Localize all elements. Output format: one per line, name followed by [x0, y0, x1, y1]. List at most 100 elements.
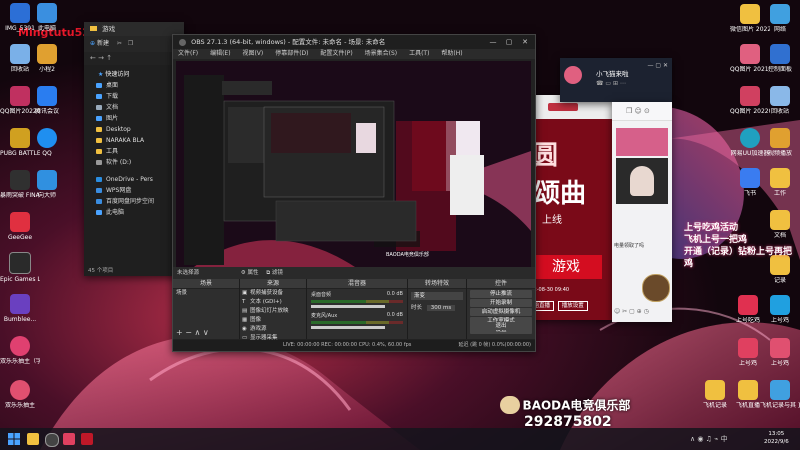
- window-controls[interactable]: — ▢ ✕: [647, 62, 668, 69]
- desktop-icon-qqimg[interactable]: QQ图片20220803...: [0, 86, 40, 115]
- sidebar-item-documents[interactable]: 文档: [84, 102, 184, 113]
- obs-taskbar-icon[interactable]: [45, 433, 59, 447]
- tray-icons[interactable]: ∧ ◉ ♫ ⌁ 中: [690, 434, 728, 444]
- properties-button[interactable]: 属性: [247, 270, 258, 276]
- desktop-icon-finalbeta[interactable]: 暴雨突破 FINAL BETA: [0, 170, 40, 199]
- desktop-icon-chicken4[interactable]: 上号鸡: [760, 338, 800, 367]
- filters-button[interactable]: 滤镜: [272, 270, 283, 276]
- quick-access[interactable]: ★ 快速访问: [84, 69, 184, 80]
- desktop-icon-work[interactable]: 工作: [760, 168, 800, 197]
- stop-streaming-button[interactable]: 停止推流: [470, 290, 532, 298]
- cut-icon[interactable]: ✂: [117, 40, 122, 47]
- source-item[interactable]: ◉ 游戏源: [240, 325, 306, 334]
- gear-icon[interactable]: ⚙: [241, 270, 246, 276]
- desktop-icon-pubg[interactable]: PUBG BATTLEGR...: [0, 128, 40, 157]
- folder-icon: [96, 138, 102, 143]
- back-arrow-icon[interactable]: ←: [90, 54, 96, 62]
- computer-icon: [96, 210, 102, 215]
- obs-menubar: 文件(F) 编辑(E) 视图(V) 停靠部件(D) 配置文件(P) 场景集合(S…: [173, 49, 535, 59]
- file-explorer-window[interactable]: 游戏 ⊕ 新建 ✂ ❐ ← → ↑ ★ 快速访问 桌面 下载 文档 图片 Des…: [84, 22, 184, 276]
- start-recording-button[interactable]: 开始录制: [470, 299, 532, 307]
- obs-window[interactable]: OBS 27.1.3 (64-bit, windows) - 配置文件: 未命名…: [172, 34, 536, 352]
- desktop-icon-epic[interactable]: Epic Games Launcher: [0, 252, 40, 283]
- desktop-icon-happy2[interactable]: 双乐乐抽主: [0, 380, 40, 409]
- desktop-icon-control[interactable]: 控制面板: [760, 44, 800, 73]
- sidebar-item-pictures[interactable]: 图片: [84, 113, 184, 124]
- menu-scene-collection[interactable]: 场景集合(S): [365, 50, 398, 57]
- copy-icon[interactable]: ❐: [128, 40, 133, 47]
- sidebar-item-drive-d[interactable]: 软件 (D:): [84, 157, 184, 168]
- source-item[interactable]: ▦ 图像: [240, 316, 306, 325]
- virtual-camera-button[interactable]: 启动虚拟摄像机: [470, 308, 532, 316]
- sidebar-item-naraka[interactable]: NARAKA BLA: [84, 135, 184, 146]
- desktop-icon-bumble[interactable]: Bumblee...: [0, 294, 40, 323]
- sidebar-item-downloads[interactable]: 下载: [84, 91, 184, 102]
- explorer-titlebar[interactable]: 游戏: [84, 22, 184, 36]
- game-icon: [10, 336, 30, 356]
- folder-icon: [770, 168, 790, 188]
- source-item[interactable]: ▣ 视频捕获设备: [240, 289, 306, 298]
- menu-view[interactable]: 视图(V): [242, 50, 263, 57]
- obs-source-toolbar: 未选择源 ⚙ 属性 ⧉ 滤镜: [173, 267, 535, 279]
- minimize-button[interactable]: —: [485, 35, 501, 49]
- menu-profile[interactable]: 配置文件(P): [320, 50, 352, 57]
- qq-chat-window[interactable]: ❒ ☺ ⊙ 电量领取了吗 ☺ ✂ ▢ ⊕ ◷: [612, 102, 672, 322]
- desktop-icon-geegee[interactable]: GeeGee: [0, 212, 40, 241]
- menu-tools[interactable]: 工具(T): [409, 50, 429, 57]
- app-taskbar-icon[interactable]: [63, 433, 75, 445]
- chat-image-1[interactable]: [616, 128, 668, 156]
- source-item[interactable]: ▤ 图像幻灯片放映: [240, 307, 306, 316]
- scene-controls[interactable]: + − ∧ ∨: [176, 328, 209, 337]
- sidebar-item-tools[interactable]: 工具: [84, 146, 184, 157]
- sidebar-item-baidu[interactable]: 百度网盘同步空间: [84, 196, 184, 207]
- desktop-icon-pc[interactable]: 此电脑: [27, 3, 67, 32]
- image-icon: ▦: [242, 317, 248, 323]
- volume-slider[interactable]: [311, 326, 385, 329]
- sidebar-item-thispc[interactable]: 此电脑: [84, 207, 184, 218]
- sidebar-item-desktop[interactable]: 桌面: [84, 80, 184, 91]
- forward-arrow-icon[interactable]: →: [98, 54, 104, 62]
- desktop-icon-plane-folder[interactable]: 飞机记录与其 直播文件夹: [760, 380, 800, 409]
- obs-titlebar[interactable]: OBS 27.1.3 (64-bit, windows) - 配置文件: 未命名…: [173, 35, 535, 49]
- menu-docks[interactable]: 停靠部件(D): [275, 50, 308, 57]
- scene-item[interactable]: 场景: [173, 289, 239, 298]
- close-button[interactable]: ✕: [517, 35, 533, 49]
- volume-slider[interactable]: [311, 305, 385, 308]
- desktop-icon-recycle2[interactable]: 回收站: [760, 86, 800, 115]
- duration-input[interactable]: 300 ms: [426, 305, 456, 311]
- browser-taskbar-icon[interactable]: [81, 433, 93, 445]
- new-button[interactable]: 新建: [97, 40, 109, 47]
- scenes-header: 场景: [173, 279, 239, 289]
- file-explorer-taskbar-icon[interactable]: [27, 433, 39, 445]
- menu-file[interactable]: 文件(F): [178, 50, 198, 57]
- source-item[interactable]: T 文本 (GDI+): [240, 298, 306, 307]
- live-settings-button[interactable]: 播放设置: [557, 301, 588, 311]
- desktop-icon-chicken2[interactable]: 上号鸡: [760, 295, 800, 324]
- desktop-icon-miniapp[interactable]: 小程2: [27, 44, 67, 73]
- qq-chat-header[interactable]: 小飞猫来啦 ☎ ▭ ⊞ ⋯ — ▢ ✕: [560, 58, 672, 102]
- explorer-status: 45 个项目: [88, 268, 114, 274]
- up-arrow-icon[interactable]: ↑: [106, 54, 112, 62]
- image-icon: [10, 86, 30, 106]
- volume-meter: [311, 300, 403, 303]
- sidebar-item-desktop-folder[interactable]: Desktop: [84, 124, 184, 135]
- maximize-button[interactable]: ▢: [501, 35, 517, 49]
- desktop-icon-happy1[interactable]: 双乐乐抽主（字谜解题解）: [0, 336, 40, 365]
- promo-text: 上号吃鸡活动 飞机上号一把鸡 开通（记录）钻粉上号再把鸡: [684, 223, 793, 269]
- sidebar-item-onedrive[interactable]: OneDrive - Pers: [84, 174, 184, 185]
- transition-select[interactable]: 渐变: [411, 292, 463, 300]
- sidebar-item-wps[interactable]: WPS网盘: [84, 185, 184, 196]
- chat-image-2[interactable]: [616, 158, 668, 204]
- clock[interactable]: 13:05 2022/9/6: [764, 430, 789, 446]
- obs-preview[interactable]: BAODA电竞俱乐部: [176, 61, 531, 283]
- menu-help[interactable]: 帮助(H): [441, 50, 462, 57]
- desktop-icon-network[interactable]: 网络: [760, 4, 800, 33]
- chat-input-icons[interactable]: ☺ ✂ ▢ ⊕ ◷: [614, 308, 649, 315]
- windows-start-icon[interactable]: [8, 433, 20, 445]
- exit-button[interactable]: 退出: [470, 322, 532, 330]
- filter-icon[interactable]: ⧉: [266, 270, 270, 276]
- menu-edit[interactable]: 编辑(E): [210, 50, 230, 57]
- star-icon: ★: [98, 71, 104, 78]
- desktop-icon-video[interactable]: 视频播放: [760, 128, 800, 157]
- duration-row: 时长 300 ms: [411, 303, 463, 311]
